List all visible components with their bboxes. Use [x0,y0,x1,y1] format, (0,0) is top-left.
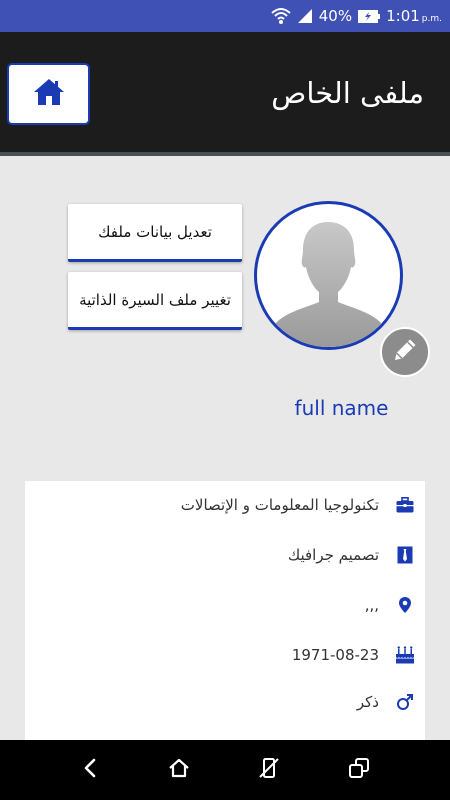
clock: 1:01 [386,7,420,25]
status-bar: 40% 1:01 p.m. [0,0,450,32]
tie-icon [395,545,415,565]
rotate-lock-button[interactable] [257,758,281,782]
birthdate-text: 1971-08-23 [291,646,379,664]
home-icon [32,77,66,111]
avatar[interactable] [254,201,403,350]
home-button[interactable] [7,63,90,125]
signal-icon [297,8,313,24]
pencil-icon [391,336,419,368]
back-icon [83,758,97,782]
change-cv-button[interactable]: تغيير ملف السيرة الذاتية [68,272,242,330]
battery-icon [358,9,381,23]
gender-text: ذكر [356,693,379,711]
app-bar: ملفى الخاص [0,32,450,156]
home-nav-button[interactable] [167,758,191,782]
recents-button[interactable] [347,758,371,782]
info-row-gender: ذكر [25,678,425,726]
birthday-cake-icon [395,645,415,665]
system-nav-bar [0,740,450,800]
info-row-specialty: تصميم جرافيك [25,531,425,579]
user-silhouette-icon [269,222,388,347]
screen-rotation-icon [258,757,280,783]
back-button[interactable] [78,758,102,782]
info-row-birthdate: 1971-08-23 [25,631,425,679]
info-row-field: تكنولوجيا المعلومات و الإتصالات [25,481,425,529]
page-title: ملفى الخاص [271,76,424,110]
wifi-icon [271,7,291,25]
recents-icon [348,757,370,783]
clock-ampm: p.m. [421,13,442,24]
briefcase-icon [395,495,415,515]
edit-photo-button[interactable] [380,327,430,377]
male-gender-icon [395,692,415,712]
location-pin-icon [395,595,415,615]
full-name: full name [294,396,389,420]
specialty-text: تصميم جرافيك [287,546,379,564]
field-text: تكنولوجيا المعلومات و الإتصالات [180,496,379,514]
home-outline-icon [168,758,190,782]
info-row-location: ,,, [25,581,425,629]
location-text: ,,, [364,596,379,614]
edit-profile-button[interactable]: تعديل بيانات ملفك [68,204,242,262]
profile-info-card: تكنولوجيا المعلومات و الإتصالات تصميم جر… [25,481,425,743]
battery-percent: 40% [318,7,353,25]
